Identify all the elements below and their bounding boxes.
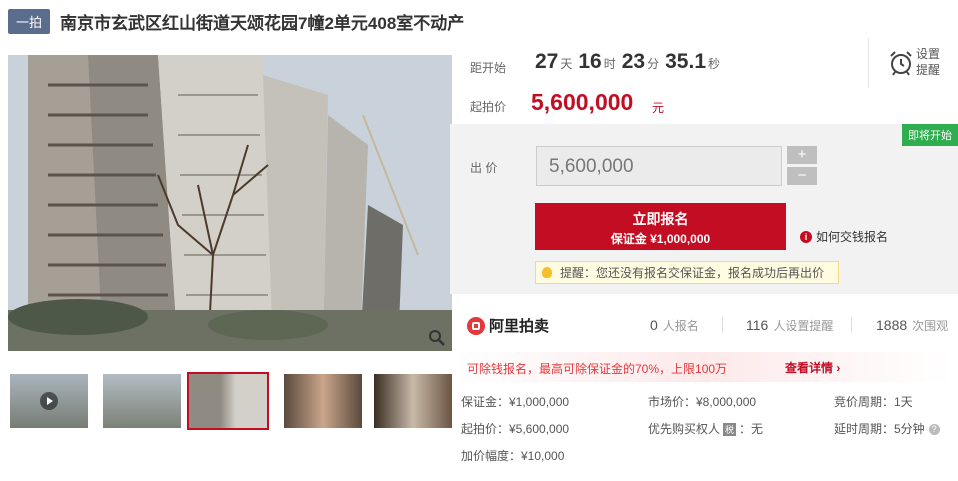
loan-promo-text: 可除钱报名，最高可除保证金的70%，上限100万 xyxy=(467,362,728,376)
info-icon: i xyxy=(800,230,812,243)
signup-button[interactable]: 立即报名 保证金 ¥1,000,000 xyxy=(535,203,786,250)
lightbulb-icon xyxy=(542,267,552,278)
start-price-info: 起拍价：¥5,600,000 xyxy=(461,422,570,436)
start-price-unit: 元 xyxy=(652,101,665,115)
set-reminder-label: 设置提醒 xyxy=(916,47,941,77)
alarm-clock-icon xyxy=(890,51,912,76)
seconds-value: 35.1 xyxy=(665,50,706,73)
view-details-label: 查看详情 xyxy=(785,361,834,375)
priority-buyer-value: ：无 xyxy=(739,422,764,436)
stat-views: 1888 次围观 xyxy=(876,317,948,334)
view-details-link[interactable]: 查看详情 › xyxy=(785,359,840,376)
main-property-photo[interactable] xyxy=(8,55,452,351)
divider xyxy=(722,317,723,333)
auction-cycle-info: 竞价周期：1天 xyxy=(834,395,913,409)
delay-cycle-text: 延时周期：5分钟 xyxy=(834,422,925,436)
status-badge: 即将开始 xyxy=(902,124,958,146)
signup-tip: 提醒：您还没有报名交保证金，报名成功后再出价 xyxy=(535,261,839,284)
seconds-unit: 秒 xyxy=(708,57,721,71)
stat-views-value: 1888 xyxy=(876,317,908,333)
building-photo-illustration xyxy=(8,55,452,351)
signup-title: 立即报名 xyxy=(632,211,689,227)
stat-views-unit: 次围观 xyxy=(912,319,949,333)
increment-info: 加价幅度：¥10,000 xyxy=(461,449,565,463)
bid-panel: 即将开始 出 价 5,600,000 + − 立即报名 保证金 ¥1,000,0… xyxy=(450,124,958,294)
play-icon xyxy=(40,392,58,410)
stat-signups-value: 0 xyxy=(650,317,658,333)
thumbnail-2[interactable] xyxy=(103,374,181,428)
divider xyxy=(851,317,852,333)
hours-value: 16 xyxy=(578,50,602,73)
days-unit: 天 xyxy=(560,57,573,71)
stat-reminders: 116 人设置提醒 xyxy=(746,317,833,334)
platform-name: 阿里拍卖 xyxy=(489,318,550,335)
stat-reminders-unit: 人设置提醒 xyxy=(773,319,834,333)
countdown-timer: 27 天 16 时 23 分 35.1 秒 xyxy=(535,50,726,74)
header: 一拍 南京市玄武区红山街道天颂花园7幢2单元408室不动产 xyxy=(8,8,464,34)
ali-auction-logo-icon xyxy=(467,316,485,335)
how-to-pay-link[interactable]: i 如何交钱报名 xyxy=(800,228,888,245)
minutes-unit: 分 xyxy=(647,57,660,71)
thumbnail-3-selected[interactable] xyxy=(187,372,269,430)
signup-tip-text: 提醒：您还没有报名交保证金，报名成功后再出价 xyxy=(560,266,825,280)
chevron-right-icon: › xyxy=(836,361,841,375)
start-price-value: 5,600,000 xyxy=(531,89,634,115)
stat-reminders-value: 116 xyxy=(746,317,769,333)
thumbnail-strip xyxy=(8,372,452,430)
deposit-info: 保证金：¥1,000,000 xyxy=(461,395,570,409)
auction-round-tag: 一拍 xyxy=(8,8,51,34)
bid-amount-input[interactable]: 5,600,000 xyxy=(536,146,782,186)
stat-signups: 0 人报名 xyxy=(650,317,699,334)
priority-buyer-label: 优先购买权人 xyxy=(648,422,721,436)
hours-unit: 时 xyxy=(603,57,616,71)
thumbnail-4[interactable] xyxy=(284,374,362,428)
countdown-label: 距开始 xyxy=(470,61,507,75)
stat-signups-unit: 人报名 xyxy=(662,319,699,333)
platform-brand: 阿里拍卖 xyxy=(467,315,549,336)
bid-increase-button[interactable]: + xyxy=(787,146,817,164)
days-value: 27 xyxy=(535,50,559,73)
help-icon[interactable]: ? xyxy=(928,424,940,436)
page-title: 南京市玄武区红山街道天颂花园7幢2单元408室不动产 xyxy=(60,13,465,33)
how-to-pay-label: 如何交钱报名 xyxy=(816,230,889,244)
signup-deposit: 保证金 ¥1,000,000 xyxy=(610,232,711,246)
thumbnail-video[interactable] xyxy=(10,374,88,428)
minutes-value: 23 xyxy=(621,50,646,73)
start-price-label: 起拍价 xyxy=(470,100,507,114)
priority-buyer-info: 优先购买权人税：无 xyxy=(648,420,763,437)
priority-badge: 税 xyxy=(723,423,737,437)
loan-promo-banner: 可除钱报名，最高可除保证金的70%，上限100万 查看详情 › xyxy=(455,352,952,382)
thumbnail-5[interactable] xyxy=(374,374,452,428)
bid-label: 出 价 xyxy=(470,161,498,175)
zoom-icon[interactable] xyxy=(428,329,446,347)
market-price-info: 市场价：¥8,000,000 xyxy=(648,395,757,409)
delay-cycle-info: 延时周期：5分钟? xyxy=(834,420,940,437)
bid-decrease-button[interactable]: − xyxy=(787,167,817,185)
